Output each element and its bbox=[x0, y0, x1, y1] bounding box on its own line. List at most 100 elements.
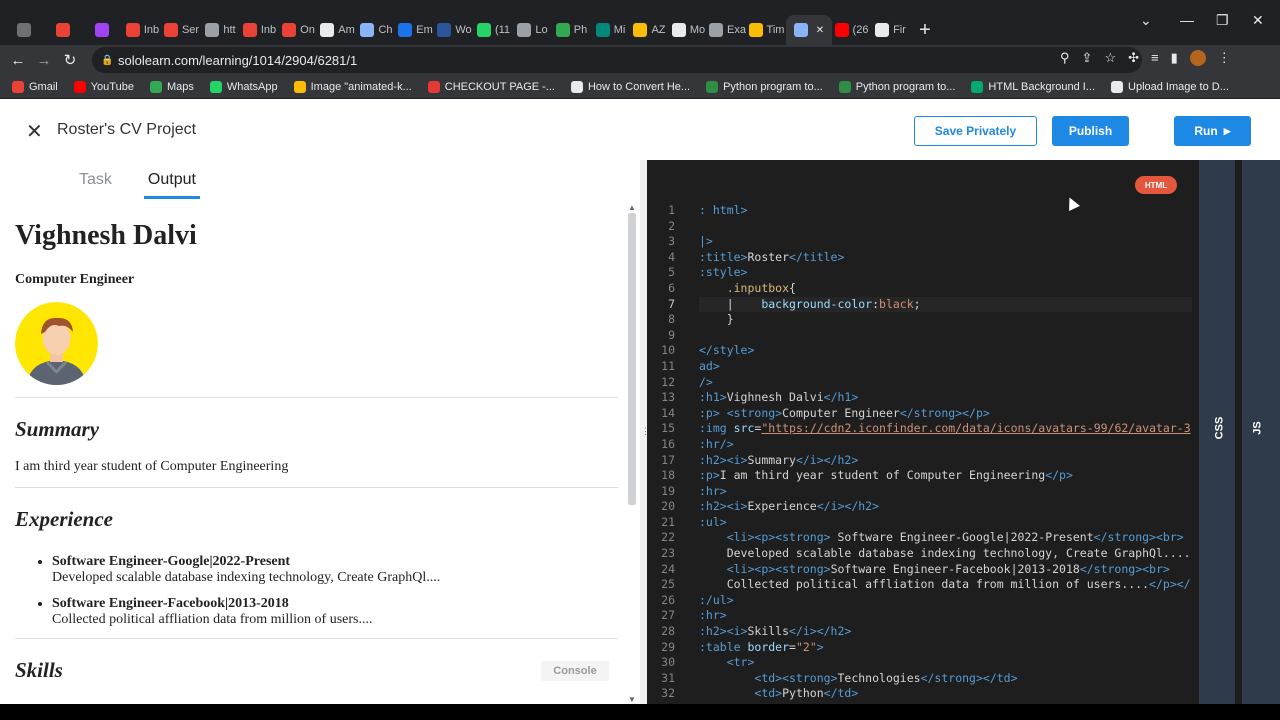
code-line[interactable]: ad> bbox=[699, 359, 1192, 375]
close-icon[interactable]: ✕ bbox=[26, 119, 43, 144]
code-line[interactable]: :ul> bbox=[699, 515, 1192, 531]
browser-tab[interactable]: Am bbox=[318, 15, 357, 45]
scroll-down-icon[interactable]: ▼ bbox=[628, 695, 636, 704]
code-content[interactable]: : html> |>:title>Roster</title>:style> .i… bbox=[699, 203, 1192, 702]
browser-tab[interactable]: Fir bbox=[871, 15, 910, 45]
browser-tab[interactable]: (26 bbox=[832, 15, 871, 45]
browser-tab[interactable]: (11 bbox=[474, 15, 513, 45]
browser-tab[interactable]: Lo bbox=[513, 15, 552, 45]
bookmark-item[interactable]: Upload Image to D... bbox=[1111, 80, 1229, 93]
browser-tab[interactable]: Ser bbox=[162, 15, 201, 45]
bookmark-item[interactable]: Maps bbox=[149, 80, 194, 93]
code-line[interactable]: <tr> bbox=[699, 655, 1192, 671]
forward-icon[interactable]: → bbox=[31, 52, 57, 69]
code-line[interactable]: :h1>Vighnesh Dalvi</h1> bbox=[699, 390, 1192, 406]
url-field[interactable]: 🔒 sololearn.com/learning/1014/2904/6281/… bbox=[92, 47, 1142, 73]
bookmark-item[interactable]: Python program to... bbox=[706, 80, 823, 93]
zoom-icon[interactable]: ⚲ bbox=[1060, 50, 1070, 66]
code-line[interactable]: <td><strong>Technologies</strong></td> bbox=[699, 671, 1192, 687]
code-line[interactable]: :h2><i>Skills</i></h2> bbox=[699, 624, 1192, 640]
menu-icon[interactable]: ⋮ bbox=[1218, 50, 1231, 66]
code-line[interactable]: :img src="https://cdn2.iconfinder.com/da… bbox=[699, 421, 1192, 437]
code-line[interactable]: :hr/> bbox=[699, 437, 1192, 453]
bookmark-item[interactable]: Image "animated-k... bbox=[293, 80, 412, 93]
scroll-thumb[interactable] bbox=[628, 213, 636, 505]
tab-search-icon[interactable]: ⌄ bbox=[1140, 12, 1152, 29]
tab-task[interactable]: Task bbox=[79, 160, 112, 199]
scroll-up-icon[interactable]: ▲ bbox=[628, 203, 636, 212]
code-line[interactable]: Collected political affliation data from… bbox=[699, 577, 1192, 593]
code-line[interactable]: :p>I am third year student of Computer E… bbox=[699, 468, 1192, 484]
browser-tab[interactable]: On bbox=[279, 15, 318, 45]
browser-tab[interactable]: Inb bbox=[240, 15, 279, 45]
code-line[interactable]: :style> bbox=[699, 265, 1192, 281]
run-button[interactable]: Run ▶ bbox=[1174, 116, 1251, 146]
browser-tab[interactable] bbox=[6, 15, 45, 45]
minimize-icon[interactable]: — bbox=[1180, 12, 1194, 28]
code-line[interactable]: :/ul> bbox=[699, 593, 1192, 609]
browser-tab[interactable] bbox=[45, 15, 84, 45]
side-panel-icon[interactable]: ▮ bbox=[1171, 50, 1178, 66]
bookmark-item[interactable]: Python program to... bbox=[838, 80, 955, 93]
media-icon[interactable]: ≡ bbox=[1151, 50, 1159, 66]
browser-tab[interactable]: htt bbox=[201, 15, 240, 45]
browser-tab[interactable]: Tim bbox=[747, 15, 786, 45]
browser-tab[interactable]: Ch bbox=[357, 15, 396, 45]
output-scrollbar[interactable]: ▲ ▼ bbox=[627, 203, 637, 704]
new-tab-button[interactable]: + bbox=[910, 15, 940, 45]
browser-tab[interactable]: Em bbox=[396, 15, 435, 45]
bookmark-item[interactable]: HTML Background I... bbox=[971, 80, 1095, 93]
code-editor[interactable]: HTML 1 2 3 4 5 6 7 8 9 10 11 12 13 14 15 16 17 18 19 20 21 22… bbox=[647, 160, 1192, 704]
browser-tab[interactable]: Inb bbox=[123, 15, 162, 45]
code-line[interactable]: :hr> bbox=[699, 608, 1192, 624]
browser-tab[interactable]: Wo bbox=[435, 15, 474, 45]
browser-tab[interactable]: Mi bbox=[591, 15, 630, 45]
code-line[interactable]: /> bbox=[699, 375, 1192, 391]
code-line[interactable]: <li><p><strong>Software Engineer-Faceboo… bbox=[699, 562, 1192, 578]
code-line[interactable] bbox=[699, 328, 1192, 344]
publish-button[interactable]: Publish bbox=[1052, 116, 1129, 146]
bookmark-item[interactable]: CHECKOUT PAGE -... bbox=[427, 80, 555, 93]
bookmark-item[interactable]: Gmail bbox=[12, 80, 58, 93]
code-line[interactable] bbox=[699, 219, 1192, 235]
js-panel-tab[interactable]: JS bbox=[1242, 160, 1280, 704]
css-panel-tab[interactable]: CSS bbox=[1199, 160, 1235, 704]
browser-tab[interactable]: Exa bbox=[708, 15, 747, 45]
code-line[interactable]: :p> <strong>Computer Engineer</strong></… bbox=[699, 406, 1192, 422]
code-line[interactable]: :h2><i>Summary</i></h2> bbox=[699, 453, 1192, 469]
code-line[interactable]: | background-color:black; bbox=[699, 296, 1192, 313]
code-line[interactable]: : html> bbox=[699, 203, 1192, 219]
code-line[interactable]: .inputbox{ bbox=[699, 281, 1192, 297]
code-line[interactable]: <li><p><strong> Software Engineer-Google… bbox=[699, 530, 1192, 546]
bookmark-item[interactable]: YouTube bbox=[73, 80, 134, 93]
close-tab-icon[interactable]: ✕ bbox=[816, 25, 824, 36]
save-privately-button[interactable]: Save Privately bbox=[914, 116, 1037, 146]
console-button[interactable]: Console bbox=[541, 661, 609, 681]
code-line[interactable]: :table border="2"> bbox=[699, 640, 1192, 656]
bookmark-star-icon[interactable]: ☆ bbox=[1104, 50, 1116, 66]
profile-avatar[interactable] bbox=[1189, 50, 1206, 66]
code-line[interactable]: } bbox=[699, 312, 1192, 328]
browser-tab[interactable]: AZ bbox=[630, 15, 669, 45]
share-icon[interactable]: ⇪ bbox=[1082, 50, 1093, 66]
code-line[interactable]: Developed scalable database indexing tec… bbox=[699, 546, 1192, 562]
browser-tab[interactable]: ✕ bbox=[786, 15, 832, 45]
pane-resize-handle[interactable]: ⋮ bbox=[640, 160, 650, 704]
bookmark-item[interactable]: WhatsApp bbox=[209, 80, 278, 93]
tab-output[interactable]: Output bbox=[143, 160, 200, 199]
reload-icon[interactable]: ↻ bbox=[57, 51, 83, 69]
browser-tab[interactable] bbox=[84, 15, 123, 45]
back-icon[interactable]: ← bbox=[5, 52, 31, 69]
code-line[interactable]: <td>Python</td> bbox=[699, 686, 1192, 702]
code-line[interactable]: :title>Roster</title> bbox=[699, 250, 1192, 266]
bookmark-item[interactable]: How to Convert He... bbox=[570, 80, 690, 93]
maximize-icon[interactable]: ❐ bbox=[1216, 12, 1229, 29]
browser-tab[interactable]: Ph bbox=[552, 15, 591, 45]
code-line[interactable]: </style> bbox=[699, 343, 1192, 359]
code-line[interactable]: :h2><i>Experience</i></h2> bbox=[699, 499, 1192, 515]
browser-tab[interactable]: Mo bbox=[669, 15, 708, 45]
code-line[interactable]: |> bbox=[699, 234, 1192, 250]
extensions-icon[interactable]: ✣ bbox=[1128, 50, 1139, 66]
code-line[interactable]: :hr> bbox=[699, 484, 1192, 500]
close-window-icon[interactable]: ✕ bbox=[1252, 12, 1264, 29]
